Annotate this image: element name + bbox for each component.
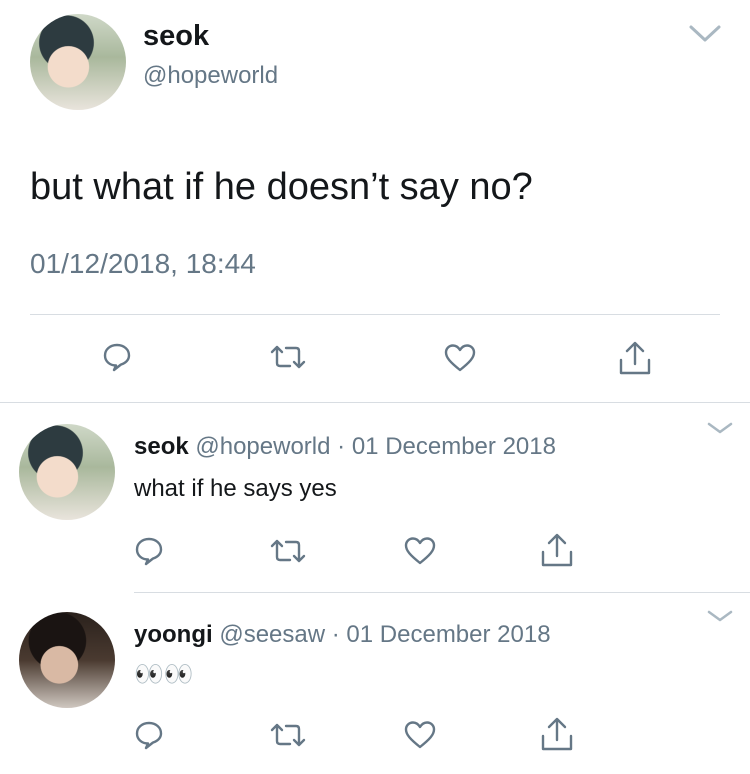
reply-2-reply-button[interactable] — [134, 720, 164, 750]
main-tweet-divider — [30, 314, 720, 315]
thread-divider-2 — [134, 592, 750, 593]
main-like-button[interactable] — [444, 343, 476, 373]
reply-1-avatar[interactable] — [19, 424, 115, 520]
reply-2-avatar[interactable] — [19, 612, 115, 708]
speech-bubble-icon — [135, 537, 163, 566]
main-tweet-handle[interactable]: @hopeworld — [143, 62, 278, 90]
reply-1-handle[interactable]: @hopeworld — [195, 433, 330, 460]
reply-2-text: 👀👀 — [134, 661, 194, 688]
main-tweet-timestamp: 01/12/2018, 18:44 — [30, 248, 256, 279]
reply-2-more-button[interactable] — [706, 608, 734, 629]
retweet-icon — [270, 345, 306, 369]
reply-1-date[interactable]: 01 December 2018 — [352, 433, 556, 460]
reply-1-reply-button[interactable] — [134, 536, 164, 566]
main-reply-button[interactable] — [102, 342, 132, 372]
reply-1-share-button[interactable] — [540, 532, 574, 568]
reply-2-separator: · — [331, 621, 340, 648]
reply-2-share-button[interactable] — [540, 716, 574, 752]
reply-2-header: yoongi @seesaw · 01 December 2018 — [134, 621, 551, 649]
speech-bubble-icon — [135, 721, 163, 750]
main-tweet-display-name[interactable]: seok — [143, 20, 209, 53]
main-share-button[interactable] — [618, 340, 652, 376]
reply-1-display-name[interactable]: seok — [134, 433, 189, 460]
chevron-down-icon — [707, 610, 733, 622]
reply-1-separator: · — [337, 433, 346, 460]
reply-2-retweet-button[interactable] — [270, 722, 306, 748]
main-tweet-more-button[interactable] — [688, 22, 722, 44]
main-retweet-button[interactable] — [270, 344, 306, 370]
speech-bubble-icon — [103, 343, 131, 372]
reply-1-more-button[interactable] — [706, 420, 734, 441]
chevron-down-icon — [689, 25, 721, 42]
main-tweet-text: but what if he doesn’t say no? — [30, 166, 533, 208]
retweet-icon — [270, 539, 306, 563]
chevron-down-icon — [707, 422, 733, 434]
reply-2-date[interactable]: 01 December 2018 — [346, 621, 550, 648]
reply-1-header: seok @hopeworld · 01 December 2018 — [134, 433, 556, 461]
reply-2-display-name[interactable]: yoongi — [134, 621, 213, 648]
reply-2-like-button[interactable] — [404, 720, 436, 750]
reply-1-text: what if he says yes — [134, 475, 337, 502]
heart-icon — [404, 721, 436, 749]
main-tweet-avatar[interactable] — [30, 14, 126, 110]
heart-icon — [404, 537, 436, 565]
retweet-icon — [270, 723, 306, 747]
share-icon — [541, 533, 573, 567]
share-icon — [619, 341, 651, 375]
thread-divider-1 — [0, 402, 750, 403]
share-icon — [541, 717, 573, 751]
reply-1-retweet-button[interactable] — [270, 538, 306, 564]
heart-icon — [444, 344, 476, 372]
reply-2-handle[interactable]: @seesaw — [219, 621, 325, 648]
reply-1-like-button[interactable] — [404, 536, 436, 566]
